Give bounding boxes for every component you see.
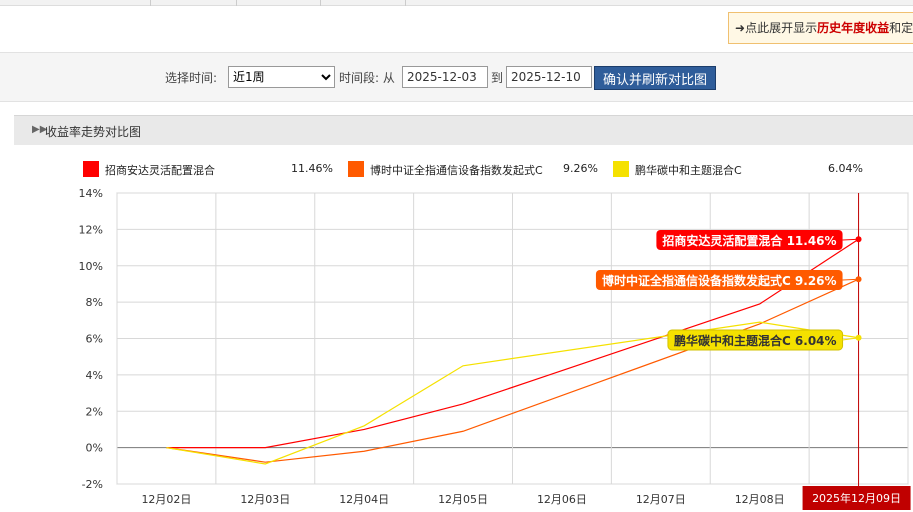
- end-date-field[interactable]: 2025-12-10: [506, 66, 592, 88]
- start-date-field[interactable]: 2025-12-03: [402, 66, 488, 88]
- x-tick-label: 12月06日: [537, 493, 587, 506]
- legend-name: 鹏华碳中和主题混合C: [635, 164, 742, 177]
- x-tick-label: 12月07日: [636, 493, 686, 506]
- hint-emphasis: 历史年度收益: [817, 21, 890, 35]
- legend-name: 博时中证全指通信设备指数发起式C: [370, 164, 543, 177]
- legend-swatch: [83, 161, 99, 177]
- hint-tail: 和定: [889, 21, 913, 35]
- legend-value: 11.46%: [291, 162, 333, 175]
- y-tick-label: -2%: [82, 478, 103, 491]
- tab-divider: [150, 0, 151, 6]
- period-select[interactable]: 近1周: [228, 66, 335, 88]
- expand-history-hint[interactable]: ➜点此展开显示历史年度收益和定: [728, 12, 913, 44]
- y-tick-label: 2%: [86, 405, 103, 418]
- hint-text: 点此展开显示: [745, 21, 818, 35]
- tab-divider: [320, 0, 321, 6]
- y-tick-label: 14%: [79, 187, 103, 200]
- tooltip-text: 招商安达灵活配置混合 11.46%: [662, 233, 836, 248]
- arrow-right-icon: ➜: [735, 21, 746, 35]
- top-tab-strip: [0, 0, 913, 6]
- section-header[interactable]: ▶▶ 收益率走势对比图: [14, 115, 913, 145]
- legend-name: 招商安达灵活配置混合: [105, 164, 215, 177]
- section-title: 收益率走势对比图: [45, 125, 142, 139]
- legend-value: 9.26%: [563, 162, 598, 175]
- x-tick-label: 12月03日: [240, 493, 290, 506]
- tooltip-text: 鹏华碳中和主题混合C 6.04%: [674, 333, 837, 348]
- legend-swatch: [613, 161, 629, 177]
- tab-divider: [405, 0, 406, 6]
- range-label: 时间段: 从: [339, 71, 395, 85]
- filter-bar: 选择时间: 近1周 时间段: 从 2025-12-03 到 2025-12-10…: [0, 52, 913, 102]
- x-tick-label: 2025年12月09日: [812, 491, 901, 505]
- y-tick-label: 6%: [86, 333, 103, 346]
- to-label: 到: [491, 71, 504, 85]
- x-tick-label: 12月02日: [141, 493, 191, 506]
- legend-value: 6.04%: [828, 162, 863, 175]
- y-tick-label: 10%: [79, 260, 103, 273]
- x-tick-label: 12月05日: [438, 493, 488, 506]
- series-tooltip: 博时中证全指通信设备指数发起式C 9.26%: [595, 270, 843, 290]
- legend-swatch: [348, 161, 364, 177]
- x-tick-label: 12月04日: [339, 493, 389, 506]
- series-tooltip: 招商安达灵活配置混合 11.46%: [656, 230, 843, 250]
- y-tick-label: 12%: [79, 223, 103, 236]
- y-tick-label: 0%: [86, 442, 103, 455]
- return-comparison-chart[interactable]: 14% 12% 10% 8% 6% 4% 2% 0% -2% 12月02日 12月03日 12月04日…: [0, 180, 913, 512]
- tooltip-text: 博时中证全指通信设备指数发起式C 9.26%: [602, 273, 837, 288]
- confirm-refresh-button[interactable]: 确认并刷新对比图: [594, 66, 716, 90]
- tab-divider: [236, 0, 237, 6]
- y-tick-label: 4%: [86, 369, 103, 382]
- y-tick-label: 8%: [86, 296, 103, 309]
- series-tooltip: 鹏华碳中和主题混合C 6.04%: [667, 329, 844, 351]
- x-tick-label: 12月08日: [735, 493, 785, 506]
- time-label: 选择时间:: [165, 71, 218, 85]
